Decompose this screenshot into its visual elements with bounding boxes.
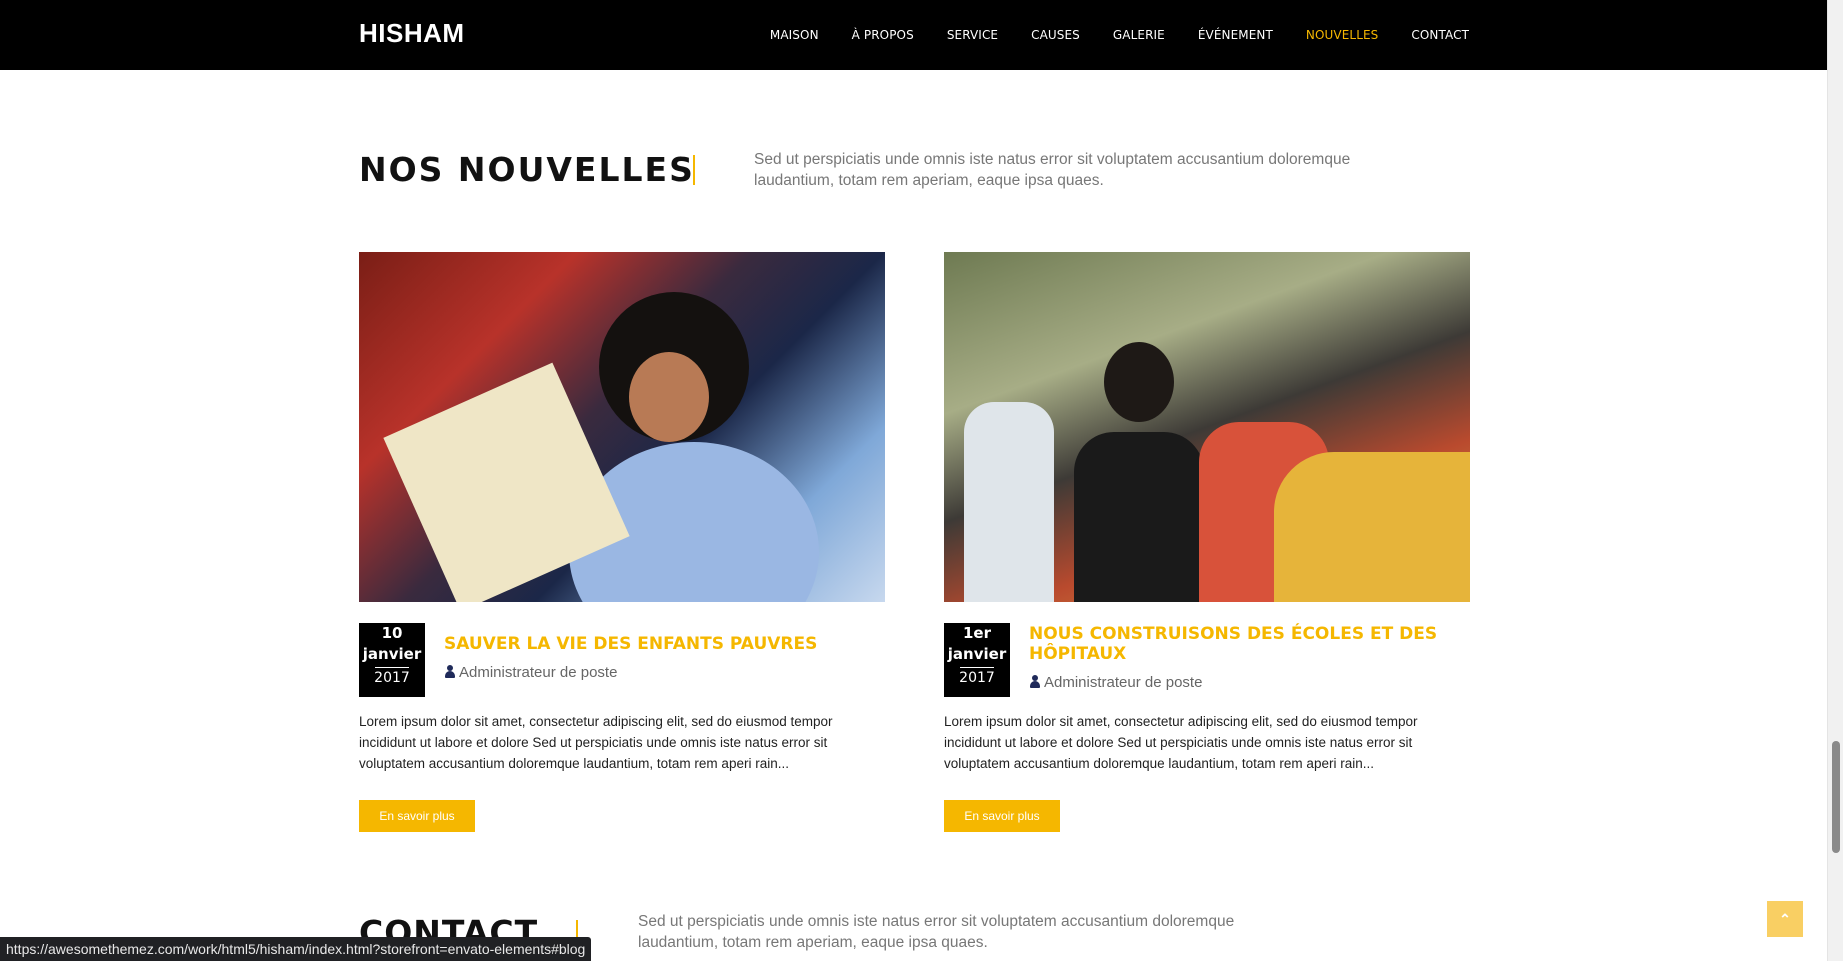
nav-item-a-propos[interactable]: À PROPOS: [852, 28, 914, 42]
date-badge: 10 janvier 2017: [359, 623, 425, 697]
scrollbar-thumb[interactable]: [1832, 741, 1840, 853]
nav-item-contact[interactable]: CONTACT: [1411, 28, 1469, 42]
nav-item-evenement[interactable]: ÉVÉNEMENT: [1198, 28, 1273, 42]
date-day: 10: [381, 624, 403, 642]
section-divider: [693, 155, 695, 185]
navbar: HISHAM MAISON À PROPOS SERVICE CAUSES GA…: [0, 0, 1827, 70]
date-month: janvier: [947, 645, 1007, 663]
date-divider: [960, 667, 994, 668]
image-detail: [1274, 452, 1470, 602]
news-image[interactable]: [944, 252, 1470, 602]
user-icon: [444, 665, 456, 678]
nav-item-galerie[interactable]: GALERIE: [1113, 28, 1165, 42]
contact-description: Sed ut perspiciatis unde omnis iste natu…: [638, 913, 1235, 951]
double-chevron-up-icon: ⌃: [1779, 911, 1791, 927]
nav-item-service[interactable]: SERVICE: [947, 28, 998, 42]
news-image[interactable]: [359, 252, 885, 602]
date-divider: [375, 667, 409, 668]
read-more-button[interactable]: En savoir plus: [359, 800, 475, 832]
date-year: 2017: [959, 670, 995, 686]
post-excerpt: Lorem ipsum dolor sit amet, consectetur …: [359, 714, 833, 771]
image-detail: [1074, 432, 1204, 602]
post-author-label: Administrateur de poste: [1044, 674, 1203, 691]
date-year: 2017: [374, 670, 410, 686]
date-badge: 1er janvier 2017: [944, 623, 1010, 697]
news-card: 10 janvier 2017 SAUVER LA VIE DES ENFANT…: [359, 252, 885, 832]
post-title[interactable]: NOUS CONSTRUISONS DES ÉCOLES ET DES HÔPI…: [1029, 624, 1459, 664]
read-more-button[interactable]: En savoir plus: [944, 800, 1060, 832]
post-author: Administrateur de poste: [444, 664, 617, 681]
post-title[interactable]: SAUVER LA VIE DES ENFANTS PAUVRES: [444, 634, 874, 654]
post-excerpt: Lorem ipsum dolor sit amet, consectetur …: [944, 714, 1418, 771]
main-nav: MAISON À PROPOS SERVICE CAUSES GALERIE É…: [737, 0, 1469, 70]
user-icon: [1029, 675, 1041, 688]
nav-item-causes[interactable]: CAUSES: [1031, 28, 1080, 42]
image-detail: [964, 402, 1054, 602]
section-title: NOS NOUVELLES: [359, 150, 695, 189]
post-author-label: Administrateur de poste: [459, 664, 618, 681]
back-to-top-button[interactable]: ⌃: [1767, 901, 1803, 937]
date-month: janvier: [362, 645, 422, 663]
news-card: 1er janvier 2017 NOUS CONSTRUISONS DES É…: [944, 252, 1470, 832]
image-detail: [629, 352, 709, 442]
post-author: Administrateur de poste: [1029, 674, 1202, 691]
site-logo[interactable]: HISHAM: [359, 18, 465, 49]
section-description: Sed ut perspiciatis unde omnis iste natu…: [754, 151, 1351, 189]
image-detail: [1104, 342, 1174, 422]
date-day: 1er: [962, 624, 991, 642]
nav-item-maison[interactable]: MAISON: [770, 28, 819, 42]
link-status-bar: https://awesomethemez.com/work/html5/his…: [0, 937, 592, 961]
page-scrollbar[interactable]: [1827, 0, 1843, 961]
nav-item-nouvelles[interactable]: NOUVELLES: [1306, 28, 1378, 42]
